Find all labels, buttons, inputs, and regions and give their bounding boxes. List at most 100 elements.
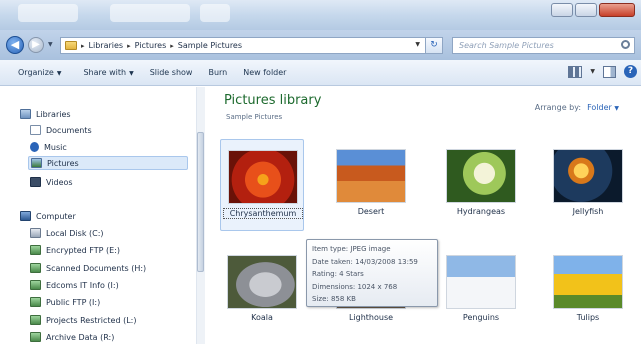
sidebar-item-pictures[interactable]: Pictures: [28, 156, 188, 170]
tooltip-date-taken: Date taken: 14/03/2008 13:59: [312, 257, 418, 266]
breadcrumb-pictures[interactable]: Pictures: [135, 41, 167, 50]
file-name: Hydrangeas: [456, 207, 506, 216]
address-bar[interactable]: ▸ Libraries ▸ Pictures ▸ Sample Pictures…: [60, 37, 443, 54]
sidebar-item-drive[interactable]: Archive Data (R:): [30, 330, 114, 344]
pictures-icon: [31, 158, 42, 168]
videos-icon: [30, 177, 41, 187]
libraries-icon: [20, 109, 31, 119]
network-drive-icon: [30, 297, 41, 307]
sidebar-item-label: Edcoms IT Info (I:): [46, 280, 119, 290]
sidebar-item-libraries[interactable]: Libraries: [20, 107, 71, 121]
network-drive-icon: [30, 263, 41, 273]
file-tile-jellyfish[interactable]: Jellyfish: [546, 139, 630, 231]
back-button[interactable]: ◀: [6, 36, 24, 54]
breadcrumb-sample-pictures[interactable]: Sample Pictures: [178, 41, 242, 50]
share-with-label: Share with: [83, 68, 127, 77]
file-tile-hydrangeas[interactable]: Hydrangeas: [439, 139, 523, 231]
search-icon: [621, 40, 630, 49]
file-tile-chrysanthemum[interactable]: Chrysanthemum: [220, 139, 304, 231]
minimize-button[interactable]: [551, 3, 573, 17]
title-bar: [0, 0, 641, 30]
recent-pages-dropdown-icon[interactable]: ▼: [48, 41, 53, 48]
image-thumbnail: [227, 255, 297, 309]
sidebar-item-drive[interactable]: Encrypted FTP (E:): [30, 243, 120, 257]
window-controls: [551, 3, 635, 17]
tooltip-size: Size: 858 KB: [312, 295, 356, 303]
new-folder-button[interactable]: New folder: [237, 68, 292, 77]
image-thumbnail: [446, 149, 516, 203]
sidebar-item-documents[interactable]: Documents: [30, 123, 92, 137]
file-info-tooltip: Item type: JPEG image Date taken: 14/03/…: [306, 239, 438, 307]
organize-button[interactable]: Organize ▼: [12, 68, 67, 77]
sidebar-item-drive[interactable]: Scanned Documents (H:): [30, 261, 146, 275]
sidebar-item-music[interactable]: Music: [30, 140, 67, 154]
sidebar-item-drive[interactable]: Edcoms IT Info (I:): [30, 278, 119, 292]
sidebar-item-videos[interactable]: Videos: [30, 175, 73, 189]
chevron-right-icon[interactable]: ▸: [81, 42, 85, 50]
sidebar-item-label: Encrypted FTP (E:): [46, 245, 121, 255]
preview-pane-icon[interactable]: [603, 65, 616, 78]
toolbar-right: ▼ ?: [568, 65, 637, 78]
file-name: Koala: [251, 313, 273, 322]
chevron-down-icon: ▼: [614, 105, 619, 112]
content-pane: Pictures library Sample Pictures Arrange…: [206, 87, 641, 344]
hard-disk-icon: [30, 228, 41, 238]
chevron-right-icon[interactable]: ▸: [127, 42, 131, 50]
image-thumbnail: [228, 150, 298, 204]
file-tile-koala[interactable]: Koala: [220, 245, 304, 337]
image-thumbnail: [553, 149, 623, 203]
sidebar-item-label: Computer: [36, 211, 76, 221]
sidebar-item-drive[interactable]: Local Disk (C:): [30, 226, 104, 240]
chevron-down-icon[interactable]: ▼: [590, 68, 595, 75]
library-location-link[interactable]: Sample Pictures: [226, 113, 282, 121]
sidebar-scroll-thumb[interactable]: [197, 132, 204, 272]
sidebar-item-label: Music: [44, 142, 67, 152]
file-tile-desert[interactable]: Desert: [329, 139, 413, 231]
image-thumbnail: [446, 255, 516, 309]
help-icon[interactable]: ?: [624, 65, 637, 78]
network-drive-icon: [30, 332, 41, 342]
page-title: Pictures library: [224, 93, 322, 108]
sidebar-item-label: Documents: [46, 125, 92, 135]
chevron-down-icon: ▼: [129, 70, 134, 77]
documents-icon: [30, 125, 41, 135]
breadcrumb-libraries[interactable]: Libraries: [89, 41, 124, 50]
slide-show-button[interactable]: Slide show: [144, 68, 199, 77]
sidebar-item-label: Projects Restricted (L:): [46, 315, 137, 325]
sidebar-item-computer[interactable]: Computer: [20, 209, 76, 223]
navigation-pane: Libraries Documents Music Pictures Video…: [0, 87, 205, 344]
file-name: Lighthouse: [348, 313, 394, 322]
close-button[interactable]: [599, 3, 635, 17]
arrange-by-dropdown[interactable]: Folder ▼: [587, 103, 619, 112]
file-name: Jellyfish: [572, 207, 604, 216]
file-name: Penguins: [462, 313, 500, 322]
chevron-right-icon[interactable]: ▸: [170, 42, 174, 50]
address-row: ◀ ▶ ▼ ▸ Libraries ▸ Pictures ▸ Sample Pi…: [0, 30, 641, 60]
file-tile-tulips[interactable]: Tulips: [546, 245, 630, 337]
maximize-button[interactable]: [575, 3, 597, 17]
file-name: Tulips: [576, 313, 600, 322]
share-with-button[interactable]: Share with ▼: [77, 68, 139, 77]
sidebar-item-drive[interactable]: Public FTP (I:): [30, 295, 100, 309]
forward-button[interactable]: ▶: [28, 37, 44, 53]
file-tile-penguins[interactable]: Penguins: [439, 245, 523, 337]
refresh-button[interactable]: ↻: [425, 37, 443, 54]
chevron-down-icon: ▼: [56, 70, 62, 77]
file-name: Chrysanthemum: [223, 208, 303, 219]
network-drive-icon: [30, 315, 41, 325]
sidebar-item-label: Pictures: [47, 158, 79, 168]
burn-button[interactable]: Burn: [202, 68, 233, 77]
sidebar-item-label: Libraries: [36, 109, 71, 119]
search-input[interactable]: Search Sample Pictures: [452, 37, 635, 54]
title-glass-reflection: [18, 4, 78, 22]
arrange-by-value: Folder: [587, 103, 612, 112]
tooltip-item-type: Item type: JPEG image: [312, 245, 391, 253]
folder-icon: [65, 41, 77, 50]
view-options-icon[interactable]: [568, 65, 583, 78]
address-dropdown-icon[interactable]: ▼: [415, 41, 420, 48]
network-drive-icon: [30, 245, 41, 255]
sidebar-item-label: Archive Data (R:): [46, 332, 115, 342]
network-drive-icon: [30, 280, 41, 290]
sidebar-item-drive[interactable]: Projects Restricted (L:): [30, 313, 137, 327]
tooltip-dimensions: Dimensions: 1024 x 768: [312, 282, 398, 291]
